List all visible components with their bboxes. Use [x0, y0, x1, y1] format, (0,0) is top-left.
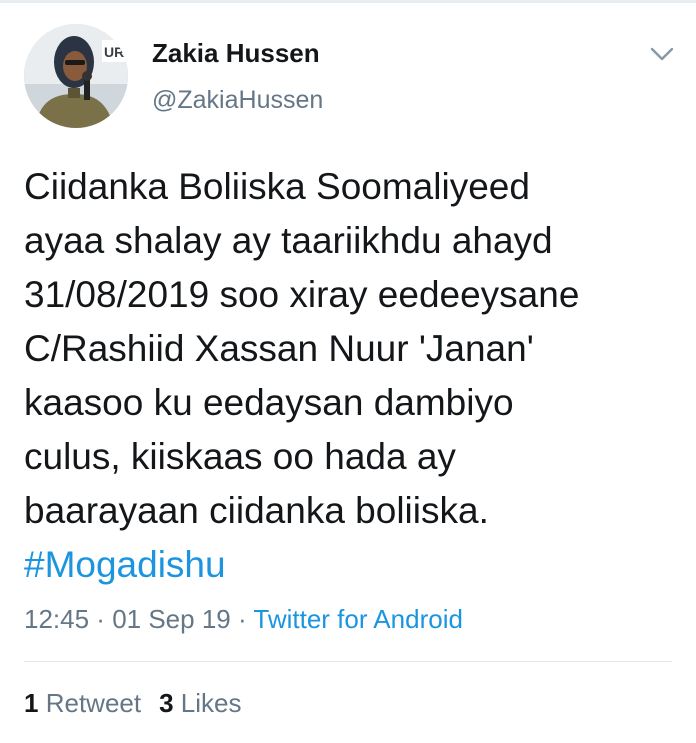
- stats-divider: [24, 661, 672, 662]
- tweet-source-link[interactable]: Twitter for Android: [253, 604, 463, 634]
- meta-separator: ·: [230, 604, 254, 634]
- retweet-label: Retweet: [45, 688, 142, 718]
- tweet-time[interactable]: 12:45: [24, 604, 89, 634]
- top-divider: [0, 0, 696, 3]
- likes-stat[interactable]: 3 Likes: [159, 688, 241, 718]
- tweet-text-line: Ciidanka Boliiska Soomaliyeed: [24, 166, 530, 207]
- avatar-photo: UR: [24, 24, 128, 128]
- tweet-stats: 1 Retweet 3 Likes: [24, 688, 242, 719]
- tweet-meta: 12:45 · 01 Sep 19 · Twitter for Android: [24, 604, 463, 635]
- avatar[interactable]: UR: [24, 24, 128, 128]
- tweet-text-line: baarayaan ciidanka boliiska.: [24, 490, 489, 531]
- chevron-down-icon[interactable]: [648, 44, 676, 64]
- retweet-count: 1: [24, 688, 39, 718]
- display-name[interactable]: Zakia Hussen: [152, 38, 320, 69]
- tweet-text-line: culus, kiiskaas oo hada ay: [24, 436, 456, 477]
- tweet-text-line: ayaa shalay ay taariikhdu ahayd: [24, 220, 553, 261]
- tweet-text-line: 31/08/2019 soo xiray eedeeysane: [24, 274, 580, 315]
- avatar-badge-text: UR: [104, 44, 124, 60]
- tweet-date[interactable]: 01 Sep 19: [112, 604, 231, 634]
- tweet-text-line: C/Rashiid Xassan Nuur 'Janan': [24, 328, 534, 369]
- tweet-text: Ciidanka Boliiska Soomaliyeed ayaa shala…: [24, 160, 684, 592]
- retweets-stat[interactable]: 1 Retweet: [24, 688, 141, 718]
- user-handle[interactable]: @ZakiaHussen: [152, 86, 323, 115]
- hashtag-link[interactable]: #Mogadishu: [24, 538, 684, 592]
- meta-separator: ·: [89, 604, 113, 634]
- like-label: Likes: [180, 688, 242, 718]
- like-count: 3: [159, 688, 174, 718]
- tweet-text-line: kaasoo ku eedaysan dambiyo: [24, 382, 514, 423]
